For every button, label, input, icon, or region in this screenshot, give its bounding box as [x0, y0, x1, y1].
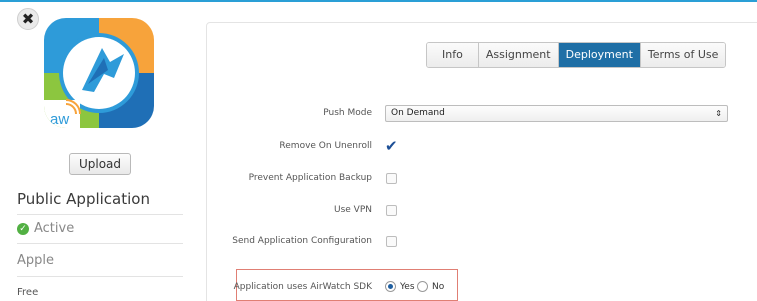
checkmark-icon[interactable]: ✔ [385, 137, 398, 155]
sdk-yes-label[interactable]: Yes [400, 282, 415, 292]
push-mode-label: Push Mode [323, 108, 372, 118]
app-name: Public Application [17, 190, 150, 208]
upload-button[interactable]: Upload [69, 153, 131, 175]
status-text: Active [34, 221, 75, 236]
send-config-label: Send Application Configuration [232, 236, 372, 246]
price-text: Free [17, 287, 39, 298]
sdk-yes-radio[interactable] [385, 281, 396, 292]
remove-on-unenroll-label: Remove On Unenroll [279, 141, 372, 151]
sdk-no-label[interactable]: No [432, 282, 444, 292]
up-down-arrows-icon: ⇕ [715, 109, 722, 118]
platform-text: Apple [17, 253, 55, 268]
send-config-checkbox[interactable] [386, 236, 397, 247]
tab-assignment[interactable]: Assignment [478, 43, 559, 67]
divider [17, 243, 183, 244]
tab-bar: Info Assignment Deployment Terms of Use [426, 42, 727, 68]
logo-text: aw [50, 111, 69, 128]
tab-deployment[interactable]: Deployment [558, 43, 641, 67]
divider [17, 214, 183, 215]
use-vpn-label: Use VPN [334, 205, 372, 215]
use-vpn-checkbox[interactable] [386, 205, 397, 216]
check-circle-icon: ✓ [17, 222, 29, 235]
prevent-backup-checkbox[interactable] [386, 173, 397, 184]
divider [17, 276, 183, 277]
push-mode-value: On Demand [391, 108, 445, 118]
tab-info[interactable]: Info [427, 43, 479, 67]
close-icon[interactable]: ✖ [22, 10, 35, 28]
status-row: ✓ Active [17, 221, 74, 236]
prevent-backup-label: Prevent Application Backup [248, 173, 372, 183]
app-icon: aw [44, 18, 154, 128]
tab-terms-of-use[interactable]: Terms of Use [640, 43, 726, 67]
sdk-no-radio[interactable] [417, 281, 428, 292]
top-accent-line [0, 0, 757, 2]
push-mode-select[interactable]: On Demand ⇕ [385, 105, 728, 122]
airwatch-logo-icon: aw [44, 18, 154, 128]
sdk-label: Application uses AirWatch SDK [233, 282, 372, 292]
close-button[interactable]: ✖ [17, 8, 39, 30]
